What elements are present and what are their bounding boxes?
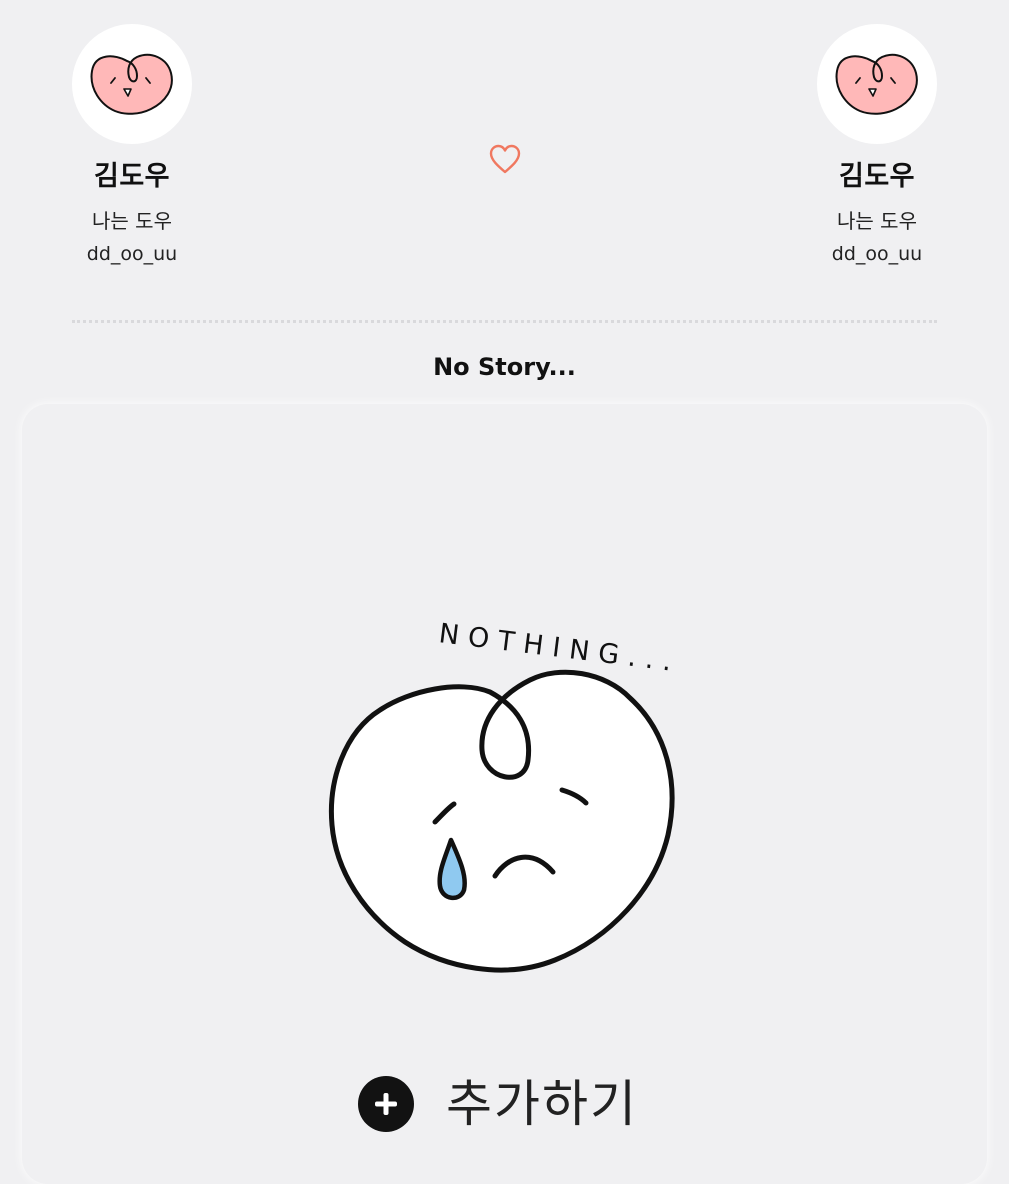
add-button-label: 추가하기 <box>446 1075 638 1133</box>
profile-card-left: 김도우 나는 도우 dd_oo_uu <box>72 24 192 266</box>
profile-id: dd_oo_uu <box>86 243 178 265</box>
pink-heart-face-icon <box>90 53 173 115</box>
profile-bio: 나는 도우 <box>837 209 917 233</box>
plus-circle-icon[interactable] <box>358 1076 414 1132</box>
avatar-left[interactable] <box>72 24 192 144</box>
story-title: No Story... <box>433 353 576 381</box>
profile-card-right: 김도우 나는 도우 dd_oo_uu <box>817 24 937 266</box>
profile-name: 김도우 <box>838 161 916 192</box>
add-story-button[interactable]: 추가하기 <box>358 1074 638 1134</box>
profile-id: dd_oo_uu <box>831 243 923 265</box>
pink-heart-face-icon <box>835 53 918 115</box>
crying-heart-face-icon: NOTHING... <box>328 618 682 973</box>
avatar-right[interactable] <box>817 24 937 144</box>
heart-outline-icon[interactable] <box>488 143 522 177</box>
section-divider <box>72 320 937 323</box>
nothing-caption: NOTHING... <box>437 618 682 678</box>
profile-name: 김도우 <box>93 161 171 192</box>
profile-bio: 나는 도우 <box>92 209 172 233</box>
